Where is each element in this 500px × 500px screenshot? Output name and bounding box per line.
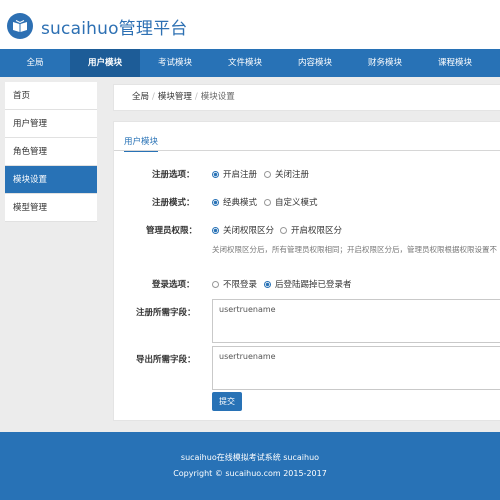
sidebar-item-role-management[interactable]: 角色管理 bbox=[5, 138, 97, 166]
nav-item-file-module[interactable]: 文件模块 bbox=[210, 49, 280, 77]
sidebar-item-user-management[interactable]: 用户管理 bbox=[5, 110, 97, 138]
tab-divider bbox=[114, 150, 500, 151]
admin-permission-label: 管理员权限： bbox=[146, 226, 198, 236]
breadcrumb: 全局 / 模块管理 / 模块设置 bbox=[113, 84, 500, 111]
nav-item-course-module[interactable]: 课程模块 bbox=[420, 49, 490, 77]
radio-label: 开启权限区分 bbox=[291, 226, 343, 236]
register-custom-radio[interactable]: 自定义模式 bbox=[264, 196, 318, 208]
radio-checked-icon bbox=[212, 227, 219, 234]
login-option-label: 登录选项： bbox=[152, 280, 195, 290]
sidebar-item-model-management[interactable]: 模型管理 bbox=[5, 194, 97, 222]
footer-system-name: sucaihuo在线模拟考试系统 sucaihuo bbox=[180, 453, 320, 462]
permission-on-radio[interactable]: 开启权限区分 bbox=[280, 224, 342, 236]
radio-label: 关闭权限区分 bbox=[223, 226, 275, 236]
breadcrumb-module[interactable]: 模块管理 bbox=[158, 92, 192, 102]
nav-item-user-module[interactable]: 用户模块 bbox=[70, 49, 140, 77]
radio-checked-icon bbox=[212, 199, 219, 206]
nav-item-content-module[interactable]: 内容模块 bbox=[280, 49, 350, 77]
breadcrumb-separator: / bbox=[152, 92, 155, 102]
brand-name[interactable]: sucaihuo管理平台 bbox=[41, 14, 187, 39]
sidebar: 首页 用户管理 角色管理 模块设置 模型管理 bbox=[5, 82, 97, 222]
nav-item-exam-module[interactable]: 考试模块 bbox=[140, 49, 210, 77]
radio-unchecked-icon bbox=[280, 227, 287, 234]
radio-unchecked-icon bbox=[264, 199, 271, 206]
radio-checked-icon bbox=[212, 171, 219, 178]
nav-item-global[interactable]: 全局 bbox=[0, 49, 70, 77]
breadcrumb-separator: / bbox=[194, 92, 198, 102]
radio-label: 开启注册 bbox=[223, 170, 258, 180]
radio-label: 后登陆踢掉已登录者 bbox=[275, 280, 352, 290]
radio-label: 经典模式 bbox=[223, 198, 258, 208]
register-close-radio[interactable]: 关闭注册 bbox=[264, 168, 309, 180]
header: sucaihuo管理平台 bbox=[0, 0, 500, 49]
radio-label: 关闭注册 bbox=[275, 170, 310, 180]
book-icon bbox=[7, 13, 33, 39]
radio-unchecked-icon bbox=[212, 281, 219, 288]
login-unlimited-radio[interactable]: 不限登录 bbox=[212, 278, 257, 290]
export-fields-textarea[interactable]: usertruename bbox=[212, 346, 500, 390]
nav-item-finance-module[interactable]: 财务模块 bbox=[350, 49, 420, 77]
register-open-radio[interactable]: 开启注册 bbox=[212, 168, 257, 180]
submit-button[interactable]: 提交 bbox=[212, 392, 242, 411]
footer: sucaihuo在线模拟考试系统 sucaihuo Copyright © su… bbox=[0, 432, 500, 500]
register-classic-radio[interactable]: 经典模式 bbox=[212, 196, 257, 208]
register-mode-label: 注册模式： bbox=[152, 198, 195, 208]
register-option-label: 注册选项： bbox=[152, 170, 195, 180]
register-fields-label: 注册所需字段： bbox=[136, 308, 196, 318]
radio-unchecked-icon bbox=[264, 171, 271, 178]
sidebar-item-module-settings[interactable]: 模块设置 bbox=[5, 166, 97, 194]
radio-label: 不限登录 bbox=[223, 280, 258, 290]
footer-copyright: Copyright © sucaihuo.com 2015-2017 bbox=[173, 469, 327, 478]
radio-label: 自定义模式 bbox=[275, 198, 318, 208]
login-kick-previous-radio[interactable]: 后登陆踢掉已登录者 bbox=[264, 278, 352, 290]
settings-panel: 用户模块 注册选项： 开启注册 关闭注册 注册模式： 经典模式 自定义模式 管理… bbox=[113, 121, 500, 421]
export-fields-label: 导出所需字段： bbox=[136, 355, 196, 365]
permission-hint: 关闭权限区分后，所有管理员权限相同；开启权限区分后，管理员权限根据权限设置不 bbox=[212, 245, 497, 254]
sidebar-item-home[interactable]: 首页 bbox=[5, 82, 97, 110]
radio-checked-icon bbox=[264, 281, 271, 288]
breadcrumb-current: 模块设置 bbox=[200, 92, 235, 102]
register-fields-textarea[interactable]: usertruename bbox=[212, 299, 500, 343]
breadcrumb-root[interactable]: 全局 bbox=[132, 92, 149, 102]
permission-off-radio[interactable]: 关闭权限区分 bbox=[212, 224, 274, 236]
top-nav: 全局 用户模块 考试模块 文件模块 内容模块 财务模块 课程模块 bbox=[0, 49, 500, 77]
